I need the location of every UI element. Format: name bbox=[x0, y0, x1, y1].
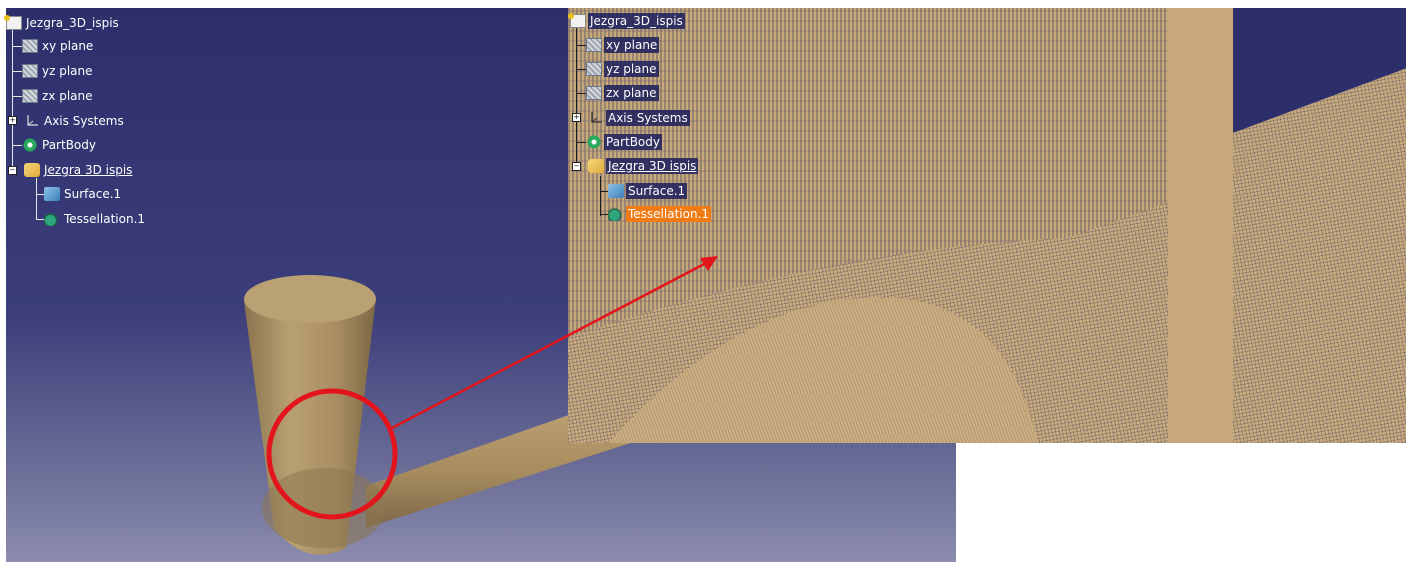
tree-label: PartBody bbox=[42, 138, 96, 152]
tree-node-xy-plane[interactable]: xy plane bbox=[22, 37, 95, 55]
tree-label: Surface.1 bbox=[64, 187, 122, 201]
part-root-icon bbox=[568, 13, 586, 28]
expand-axis-systems[interactable]: + bbox=[8, 116, 17, 125]
tree-label: Jezgra_3D_ispis bbox=[26, 16, 119, 30]
tessellation-icon bbox=[44, 212, 60, 226]
tree-node-tessellation[interactable]: Tessellation.1 bbox=[44, 210, 147, 228]
tree-label: yz plane bbox=[42, 64, 93, 78]
tree-node-partbody[interactable]: PartBody bbox=[586, 133, 662, 151]
tree-label: zx plane bbox=[604, 85, 659, 101]
plane-icon bbox=[22, 39, 38, 53]
tree-label: Surface.1 bbox=[626, 183, 688, 199]
tree-node-yz-plane[interactable]: yz plane bbox=[22, 62, 95, 80]
tessellation-icon bbox=[608, 207, 624, 221]
tree-node-zx-plane[interactable]: zx plane bbox=[586, 84, 659, 102]
tree-label: Axis Systems bbox=[606, 110, 690, 126]
part-root-icon bbox=[4, 15, 22, 30]
tree-node-partbody[interactable]: PartBody bbox=[22, 136, 98, 154]
plane-icon bbox=[22, 64, 38, 78]
tree-label: zx plane bbox=[42, 89, 93, 103]
tree-node-geometrical-set[interactable]: Jezgra 3D ispis bbox=[24, 161, 134, 179]
plane-icon bbox=[586, 38, 602, 52]
plane-icon bbox=[586, 62, 602, 76]
tree-label: PartBody bbox=[604, 134, 662, 150]
plane-icon bbox=[586, 86, 602, 100]
tree-label: yz plane bbox=[604, 61, 659, 77]
gear-icon bbox=[22, 138, 38, 152]
geometrical-set-icon bbox=[588, 159, 604, 173]
collapse-geometrical-set[interactable]: − bbox=[572, 162, 581, 171]
expand-axis-systems[interactable]: + bbox=[572, 113, 581, 122]
tree-node-surface[interactable]: Surface.1 bbox=[44, 185, 123, 203]
tree-label-selected: Tessellation.1 bbox=[626, 206, 712, 222]
tree-node-xy-plane[interactable]: xy plane bbox=[586, 36, 660, 54]
axis-system-icon bbox=[24, 114, 40, 128]
tree-node-surface[interactable]: Surface.1 bbox=[608, 182, 688, 200]
tree-node-yz-plane[interactable]: yz plane bbox=[586, 60, 659, 78]
plane-icon bbox=[22, 89, 38, 103]
surface-icon bbox=[608, 184, 624, 198]
axis-system-icon bbox=[588, 111, 604, 125]
tree-node-axis-systems[interactable]: Axis Systems bbox=[24, 112, 126, 130]
tree-label: Jezgra_3D_ispis bbox=[588, 13, 685, 29]
gear-icon bbox=[586, 135, 602, 149]
spec-tree-left: Jezgra_3D_ispis xy plane yz plane zx pla… bbox=[0, 0, 200, 240]
tree-label: Jezgra 3D ispis bbox=[606, 158, 699, 174]
tree-label: xy plane bbox=[42, 39, 94, 53]
surface-icon bbox=[44, 187, 60, 201]
tree-node-zx-plane[interactable]: zx plane bbox=[22, 87, 95, 105]
tree-label: Tessellation.1 bbox=[64, 212, 146, 226]
tree-label: Axis Systems bbox=[44, 114, 124, 128]
tree-node-axis-systems[interactable]: Axis Systems bbox=[588, 109, 690, 127]
tree-label: xy plane bbox=[604, 37, 660, 53]
geometrical-set-icon bbox=[24, 163, 40, 177]
collapse-geometrical-set[interactable]: − bbox=[8, 166, 17, 175]
tree-node-geometrical-set[interactable]: Jezgra 3D ispis bbox=[588, 157, 699, 175]
tree-label: Jezgra 3D ispis bbox=[44, 163, 133, 177]
spec-tree-right: Jezgra_3D_ispis xy plane yz plane zx pla… bbox=[568, 8, 768, 228]
tree-node-root[interactable]: Jezgra_3D_ispis bbox=[568, 12, 685, 30]
tree-node-tessellation[interactable]: Tessellation.1 bbox=[608, 205, 712, 223]
tree-node-root[interactable]: Jezgra_3D_ispis bbox=[4, 14, 121, 32]
